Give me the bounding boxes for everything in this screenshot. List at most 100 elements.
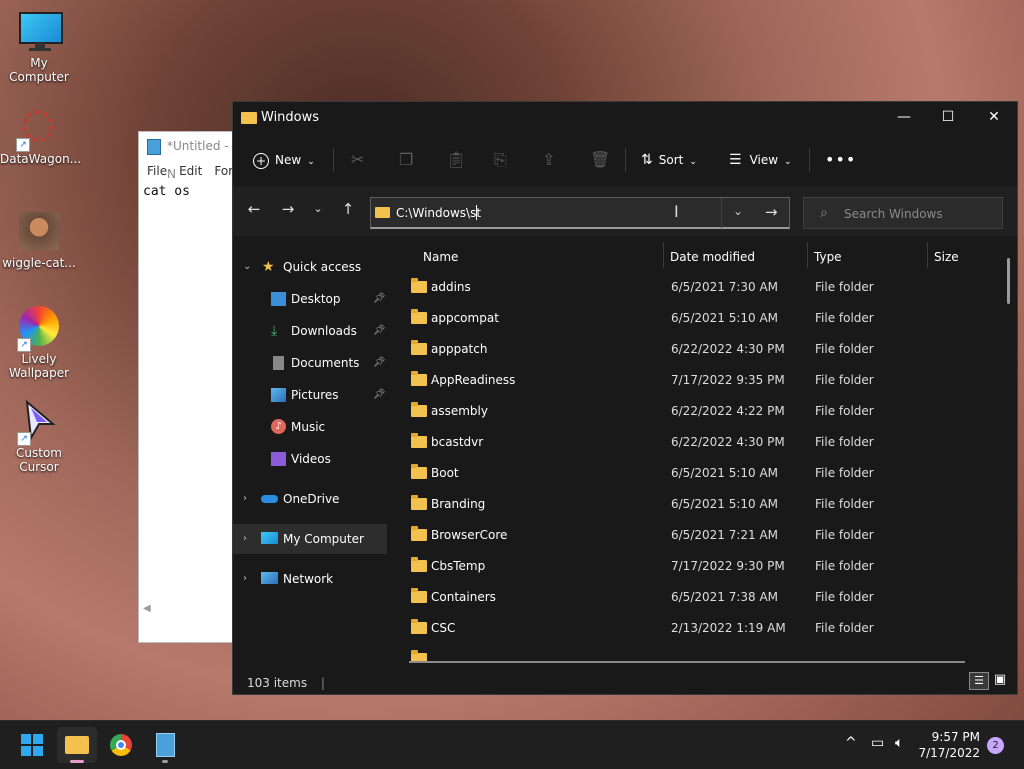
- sidebar-item-quick-access[interactable]: ⌄ ★ Quick access: [233, 252, 387, 282]
- desktop-folder-icon: [271, 292, 286, 306]
- details-view-icon[interactable]: ☰: [969, 672, 989, 690]
- table-row[interactable]: Boot 6/5/2021 5:10 AM File folder: [403, 458, 993, 489]
- system-clock[interactable]: 9:57 PM 7/17/2022: [918, 729, 980, 761]
- address-history-chevron-icon[interactable]: ⌄: [733, 204, 743, 218]
- running-indicator: [162, 760, 168, 763]
- folder-icon: [411, 557, 427, 572]
- up-arrow-icon[interactable]: ↑: [335, 196, 361, 222]
- address-bar[interactable]: C:\Windows\st I ⌄: [370, 197, 790, 229]
- file-list[interactable]: ^ Name Date modified Type Size addins6/5…: [393, 242, 1005, 662]
- pin-icon[interactable]: 📌︎: [373, 380, 386, 410]
- table-row[interactable]: AppReadiness 7/17/2022 9:35 PM File folder: [403, 365, 993, 396]
- horizontal-scrollbar[interactable]: [409, 661, 965, 663]
- cut-icon[interactable]: ✂: [351, 140, 364, 180]
- sidebar-item-my-computer[interactable]: › My Computer: [233, 524, 387, 554]
- column-divider[interactable]: [807, 242, 808, 268]
- table-row[interactable]: Containers 6/5/2021 7:38 AM File folder: [403, 582, 993, 613]
- chevron-down-icon: ⌄: [307, 157, 315, 167]
- computer-icon: [261, 532, 278, 544]
- sidebar-item-videos[interactable]: Videos: [233, 444, 387, 474]
- folder-icon: [411, 495, 427, 510]
- column-header-size[interactable]: Size: [934, 242, 959, 272]
- minimize-button[interactable]: —: [881, 102, 927, 132]
- search-placeholder[interactable]: Search Windows: [844, 207, 943, 221]
- windows-logo-icon: [21, 734, 43, 756]
- back-arrow-icon[interactable]: ←: [241, 196, 267, 222]
- table-row[interactable]: Branding 6/5/2021 5:10 AM File folder: [403, 489, 993, 520]
- search-box[interactable]: ⌕ Search Windows: [803, 197, 1003, 229]
- sidebar-item-pictures[interactable]: Pictures 📌︎: [233, 380, 387, 410]
- notification-badge[interactable]: 2: [987, 737, 1004, 754]
- tiles-view-icon[interactable]: ▣: [992, 672, 1008, 688]
- taskbar-file-explorer[interactable]: [57, 727, 97, 763]
- pin-icon[interactable]: 📌︎: [373, 348, 386, 378]
- close-button[interactable]: ✕: [971, 102, 1017, 132]
- taskbar-notepad[interactable]: [145, 727, 185, 763]
- network-status-icon[interactable]: ▭: [871, 735, 884, 751]
- column-divider[interactable]: [927, 242, 928, 268]
- pin-icon[interactable]: 📌︎: [373, 316, 386, 346]
- notepad-window[interactable]: *Untitled - N File Edit Forr cat os ◀: [138, 131, 240, 643]
- desktop-icon-my-computer[interactable]: My Computer: [1, 10, 77, 84]
- desktop-icon-label: wiggle-cat...: [2, 256, 76, 270]
- desktop-icon-lively-wallpaper[interactable]: ↗ Lively Wallpaper: [1, 306, 77, 380]
- column-divider[interactable]: [663, 242, 664, 268]
- sidebar-item-downloads[interactable]: ⤓ Downloads 📌︎: [233, 316, 387, 346]
- file-explorer-window[interactable]: Windows — ☐ ✕ + New ⌄ ✂ ❐ 📋︎ ⎘ ⇪ 🗑︎ ⇅ Sort ⌄…: [232, 101, 1018, 695]
- maximize-button[interactable]: ☐: [925, 102, 971, 132]
- sidebar-item-documents[interactable]: Documents 📌︎: [233, 348, 387, 378]
- table-row[interactable]: BrowserCore 6/5/2021 7:21 AM File folder: [403, 520, 993, 551]
- notepad-hscroll-left-icon[interactable]: ◀: [143, 603, 151, 614]
- separator: [721, 198, 722, 228]
- table-row[interactable]: assembly 6/22/2022 4:22 PM File folder: [403, 396, 993, 427]
- address-input[interactable]: C:\Windows\st: [396, 206, 481, 220]
- delete-icon[interactable]: 🗑︎: [590, 140, 610, 180]
- go-arrow-icon[interactable]: →: [765, 203, 778, 221]
- rename-icon[interactable]: ⎘: [494, 140, 507, 180]
- volume-icon[interactable]: 🔈︎: [895, 735, 903, 751]
- sidebar-item-network[interactable]: › Network: [233, 564, 387, 594]
- table-row-partial[interactable]: [403, 644, 993, 662]
- sidebar-item-onedrive[interactable]: › OneDrive: [233, 484, 387, 514]
- taskbar-chrome[interactable]: [101, 727, 141, 763]
- notepad-menu-file[interactable]: File: [147, 164, 167, 178]
- column-header-date-modified[interactable]: Date modified: [670, 242, 755, 272]
- column-header-type[interactable]: Type: [814, 242, 842, 272]
- monitor-icon: [17, 10, 63, 54]
- desktop-icon-wiggle-cat[interactable]: wiggle-cat...: [1, 210, 77, 270]
- pin-icon[interactable]: 📌︎: [373, 284, 386, 314]
- explorer-titlebar[interactable]: Windows — ☐ ✕: [233, 102, 1017, 134]
- notepad-text-area[interactable]: cat os: [139, 182, 239, 201]
- copy-icon[interactable]: ❐: [399, 140, 413, 180]
- table-row[interactable]: addins 6/5/2021 7:30 AM File folder: [403, 272, 993, 303]
- forward-arrow-icon[interactable]: →: [275, 196, 301, 222]
- show-hidden-icons-chevron[interactable]: ^: [845, 735, 857, 751]
- paste-icon[interactable]: 📋︎: [446, 140, 466, 180]
- table-row[interactable]: appcompat 6/5/2021 5:10 AM File folder: [403, 303, 993, 334]
- sidebar-item-music[interactable]: ♪ Music: [233, 412, 387, 442]
- table-row[interactable]: apppatch 6/22/2022 4:30 PM File folder: [403, 334, 993, 365]
- desktop-icon-datawagon[interactable]: ↗ DataWagon...: [0, 106, 81, 166]
- table-row[interactable]: bcastdvr 6/22/2022 4:30 PM File folder: [403, 427, 993, 458]
- column-header-name[interactable]: Name: [423, 242, 458, 272]
- recent-chevron-icon[interactable]: ⌄: [305, 196, 331, 222]
- more-options-icon[interactable]: •••: [825, 140, 856, 180]
- notepad-menu-edit[interactable]: Edit: [179, 164, 202, 178]
- shortcut-arrow-icon: ↗: [16, 138, 30, 152]
- star-icon: ★: [262, 259, 275, 275]
- new-button[interactable]: + New ⌄: [253, 140, 315, 180]
- share-icon[interactable]: ⇪: [542, 140, 555, 180]
- table-row[interactable]: CbsTemp 7/17/2022 9:30 PM File folder: [403, 551, 993, 582]
- sort-button[interactable]: ⇅ Sort ⌄: [641, 140, 697, 180]
- start-button[interactable]: [12, 727, 52, 763]
- search-icon: ⌕: [820, 205, 828, 221]
- vertical-scrollbar[interactable]: [1007, 258, 1010, 304]
- desktop-icon-custom-cursor[interactable]: ↗ Custom Cursor: [1, 399, 77, 474]
- chrome-center: [116, 740, 126, 750]
- notepad-titlebar[interactable]: *Untitled - N: [139, 132, 239, 181]
- chevron-right-icon: ›: [243, 533, 247, 544]
- view-button[interactable]: ☰ View ⌄: [729, 140, 792, 180]
- divider: [625, 148, 626, 172]
- table-row[interactable]: CSC 2/13/2022 1:19 AM File folder: [403, 613, 993, 644]
- sidebar-item-desktop[interactable]: Desktop 📌︎: [233, 284, 387, 314]
